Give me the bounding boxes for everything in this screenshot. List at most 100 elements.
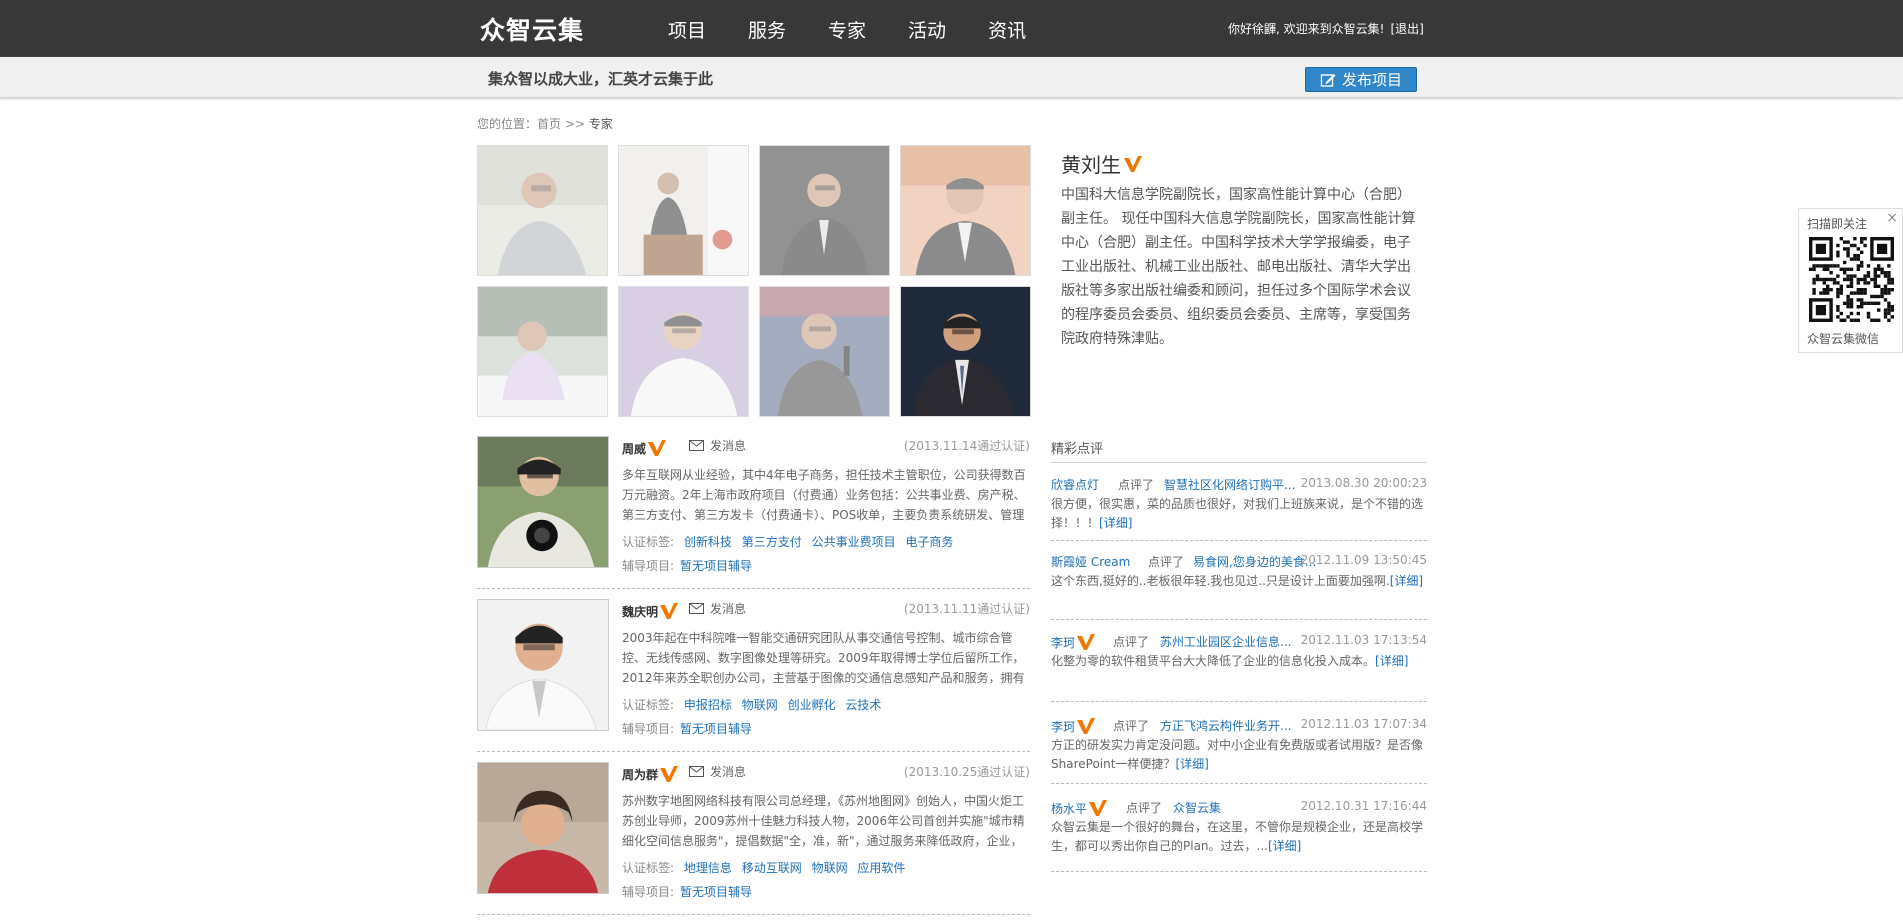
breadcrumb-prefix: 您的位置： xyxy=(477,117,538,131)
review-detail-link[interactable]: [详细] xyxy=(1375,654,1408,668)
review-project-link[interactable]: 智慧社区化网络订购平... xyxy=(1164,476,1295,493)
expert-name-text: 周为群 xyxy=(622,767,659,782)
review-user-link[interactable]: 斯霞娅 Cream xyxy=(1051,553,1130,570)
expert-name[interactable]: 魏庆明 xyxy=(622,602,679,620)
review-action: 点评了 xyxy=(1118,478,1155,492)
expert-photo-thumb[interactable] xyxy=(477,286,608,417)
expert-avatar[interactable] xyxy=(477,762,609,894)
review-user-link[interactable]: 李珂 xyxy=(1051,633,1096,651)
mentored-projects: 辅导项目: 暂无项目辅导 xyxy=(622,720,752,737)
tag-link[interactable]: 应用软件 xyxy=(857,861,905,875)
certification-tags: 认证标签: 创新科技 第三方支付 公共事业费项目 电子商务 xyxy=(622,533,953,550)
site-logo[interactable]: 众智云集 xyxy=(480,11,584,47)
expert-name[interactable]: 周威 xyxy=(622,439,667,457)
tag-link[interactable]: 电子商务 xyxy=(905,535,953,549)
expert-photo-thumb[interactable] xyxy=(477,145,608,276)
review-detail-link[interactable]: [详细] xyxy=(1268,839,1301,853)
proj-label: 辅导项目: xyxy=(622,559,675,573)
tag-link[interactable]: 申报招标 xyxy=(684,698,732,712)
expert-name[interactable]: 周为群 xyxy=(622,765,679,783)
review-item: 李珂 点评了 方正飞鸿云构件业务开... 2012.11.03 17:07:34… xyxy=(1051,714,1427,784)
expert-avatar[interactable] xyxy=(477,436,609,568)
review-time: 2013.08.30 20:00:23 xyxy=(1300,476,1427,490)
review-action: 点评了 xyxy=(1126,801,1163,815)
review-user-link[interactable]: 李珂 xyxy=(1051,717,1096,735)
review-user-name: 欣睿点灯 xyxy=(1051,478,1100,492)
tag-link[interactable]: 移动互联网 xyxy=(742,861,802,875)
nav-item-events[interactable]: 活动 xyxy=(908,16,946,43)
tag-link[interactable]: 创业孵化 xyxy=(788,698,836,712)
review-project-link[interactable]: 方正飞鸿云构件业务开... xyxy=(1160,717,1291,734)
expert-photo-thumb[interactable] xyxy=(618,145,749,276)
main-nav: 项目 服务 专家 活动 资讯 xyxy=(668,16,1026,43)
tag-link[interactable]: 云技术 xyxy=(845,698,881,712)
review-action: 点评了 xyxy=(1148,555,1185,569)
review-text: 众智云集是一个很好的舞台，在这里，不管你是规模企业，还是高校学生，都可以秀出你自… xyxy=(1051,820,1424,853)
expert-name-text: 魏庆明 xyxy=(622,604,659,619)
tag-link[interactable]: 公共事业费项目 xyxy=(812,535,896,549)
expert-avatar[interactable] xyxy=(477,599,609,731)
nav-item-projects[interactable]: 项目 xyxy=(668,16,706,43)
envelope-icon xyxy=(689,440,704,451)
expert-card: 魏庆明 发消息 (2013.11.11通过认证) 2003年起在中科院唯一智能交… xyxy=(477,599,1030,752)
send-message-button[interactable]: 发消息 xyxy=(689,437,746,454)
tag-link[interactable]: 物联网 xyxy=(742,698,778,712)
qr-caption: 众智云集微信 xyxy=(1807,332,1880,346)
mentored-project-link[interactable]: 暂无项目辅导 xyxy=(680,559,752,573)
user-greeting: 你好徐鼲, 欢迎来到众智云集! [退出] xyxy=(1228,20,1424,37)
review-user-name: 李珂 xyxy=(1051,719,1076,734)
breadcrumb-current: 专家 xyxy=(588,117,613,131)
publish-project-label: 发布项目 xyxy=(1341,71,1402,89)
review-item: 李珂 点评了 苏州工业园区企业信息... 2012.11.03 17:13:54… xyxy=(1051,630,1427,702)
review-text: 方正的研发实力肯定没问题。对中小企业有免费版或者试用版？是否像SharePoin… xyxy=(1051,738,1424,771)
send-message-button[interactable]: 发消息 xyxy=(689,763,746,780)
certification-tags: 认证标签: 申报招标 物联网 创业孵化 云技术 xyxy=(622,696,881,713)
expert-bio: 苏州数字地图网络科技有限公司总经理，《苏州地图网》创始人，中国火炬工苏创业导师，… xyxy=(622,794,1025,848)
expert-card: 周威 发消息 (2013.11.14通过认证) 多年互联网从业经验，其中4年电子… xyxy=(477,436,1030,589)
review-project-link[interactable]: 苏州工业园区企业信息... xyxy=(1160,633,1291,650)
nav-item-news[interactable]: 资讯 xyxy=(988,16,1026,43)
expert-photo-thumb-active[interactable] xyxy=(900,286,1031,417)
review-item: 杨水平 点评了 众智云集 2012.10.31 17:16:44 众智云集是一个… xyxy=(1051,796,1427,872)
tags-label: 认证标签: xyxy=(622,698,675,712)
nav-item-services[interactable]: 服务 xyxy=(748,16,786,43)
expert-photo-thumb[interactable] xyxy=(759,145,890,276)
review-text: 这个东西,挺好的..老板很年轻.我也见过..只是设计上面要加强啊. xyxy=(1051,574,1390,588)
tags-label: 认证标签: xyxy=(622,861,675,875)
tag-link[interactable]: 物联网 xyxy=(812,861,848,875)
mentored-project-link[interactable]: 暂无项目辅导 xyxy=(680,722,752,736)
review-time: 2012.11.03 17:13:54 xyxy=(1300,633,1427,647)
breadcrumb-home[interactable]: 首页 xyxy=(537,117,561,131)
publish-project-button[interactable]: 发布项目 xyxy=(1305,67,1417,92)
review-body: 方正的研发实力肯定没问题。对中小企业有免费版或者试用版？是否像SharePoin… xyxy=(1051,736,1427,774)
proj-label: 辅导项目: xyxy=(622,722,675,736)
review-project-link[interactable]: 易食网,您身边的美食... xyxy=(1193,553,1316,570)
breadcrumb-separator: >> xyxy=(561,117,589,131)
expert-photo-thumb[interactable] xyxy=(900,145,1031,276)
send-message-button[interactable]: 发消息 xyxy=(689,600,746,617)
expert-photo-thumb[interactable] xyxy=(759,286,890,417)
logout-link[interactable]: [退出] xyxy=(1390,22,1423,36)
nav-item-experts[interactable]: 专家 xyxy=(828,16,866,43)
verified-v-icon xyxy=(660,766,679,782)
review-user-link[interactable]: 杨水平 xyxy=(1051,799,1108,817)
review-project-link[interactable]: 众智云集 xyxy=(1173,799,1221,816)
review-detail-link[interactable]: [详细] xyxy=(1175,757,1208,771)
review-item: 斯霞娅 Cream 点评了 易食网,您身边的美食... 2012.11.09 1… xyxy=(1051,550,1427,620)
review-text: 化整为零的软件租赁平台大大降低了企业的信息化投入成本。 xyxy=(1051,654,1376,668)
tag-link[interactable]: 第三方支付 xyxy=(742,535,802,549)
mentored-project-link[interactable]: 暂无项目辅导 xyxy=(680,885,752,899)
close-icon[interactable]: × xyxy=(1886,210,1898,226)
tag-link[interactable]: 创新科技 xyxy=(684,535,732,549)
review-action: 点评了 xyxy=(1113,719,1150,733)
tag-link[interactable]: 地理信息 xyxy=(684,861,732,875)
expert-bio: 2003年起在中科院唯一智能交通研究团队从事交通信号控制、城市综合管控、无线传感… xyxy=(622,631,1025,685)
review-detail-link[interactable]: [详细] xyxy=(1390,574,1423,588)
expert-photo-thumb[interactable] xyxy=(618,286,749,417)
envelope-icon xyxy=(689,603,704,614)
review-user-link[interactable]: 欣睿点灯 xyxy=(1051,476,1099,493)
send-message-label: 发消息 xyxy=(710,602,747,616)
review-user-name: 斯霞娅 Cream xyxy=(1051,555,1131,569)
review-detail-link[interactable]: [详细] xyxy=(1099,516,1132,530)
review-time: 2012.11.03 17:07:34 xyxy=(1300,717,1427,731)
